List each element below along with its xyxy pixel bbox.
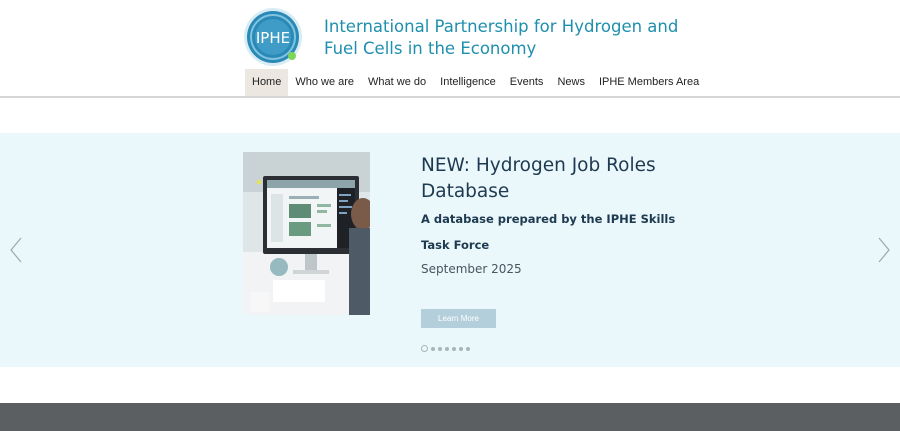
- news-slider: NEW: Hydrogen Job Roles Database A datab…: [0, 133, 900, 367]
- iphe-logo[interactable]: IPHE: [243, 7, 303, 67]
- nav-who-we-are[interactable]: Who we are: [288, 69, 361, 96]
- slide-photo: [243, 152, 370, 315]
- slider-dot-5[interactable]: [452, 346, 456, 351]
- nav-home[interactable]: Home: [245, 69, 289, 96]
- site-header: IPHE International Partnership for Hydro…: [0, 0, 900, 98]
- nav-intelligence[interactable]: Intelligence: [433, 69, 503, 96]
- chevron-right-icon[interactable]: [877, 237, 891, 263]
- nav-members-area[interactable]: IPHE Members Area: [592, 69, 706, 96]
- chevron-left-icon[interactable]: [9, 237, 23, 263]
- logo-text: IPHE: [256, 29, 290, 47]
- slide-subtitle: A database prepared by the IPHE Skills T…: [421, 212, 676, 252]
- slider-dot-7[interactable]: [466, 346, 470, 351]
- slide-date: September 2025: [421, 262, 522, 276]
- learn-more-button[interactable]: Learn More: [421, 309, 496, 328]
- main-nav: Home Who we are What we do Intelligence …: [245, 69, 706, 96]
- slider-pagination: [421, 345, 470, 352]
- footer-band: [0, 403, 900, 431]
- slide-title[interactable]: NEW: Hydrogen Job Roles Database: [421, 153, 701, 205]
- slider-dot-3[interactable]: [438, 346, 442, 351]
- slider-dot-6[interactable]: [459, 346, 463, 351]
- slider-dot-2[interactable]: [431, 346, 435, 351]
- slider-dot-1[interactable]: [421, 345, 428, 352]
- slider-dot-4[interactable]: [445, 346, 449, 351]
- nav-what-we-do[interactable]: What we do: [361, 69, 433, 96]
- brand-title[interactable]: International Partnership for Hydrogen a…: [324, 16, 684, 60]
- nav-news[interactable]: News: [550, 69, 592, 96]
- nav-events[interactable]: Events: [503, 69, 551, 96]
- slide-image[interactable]: [243, 152, 370, 315]
